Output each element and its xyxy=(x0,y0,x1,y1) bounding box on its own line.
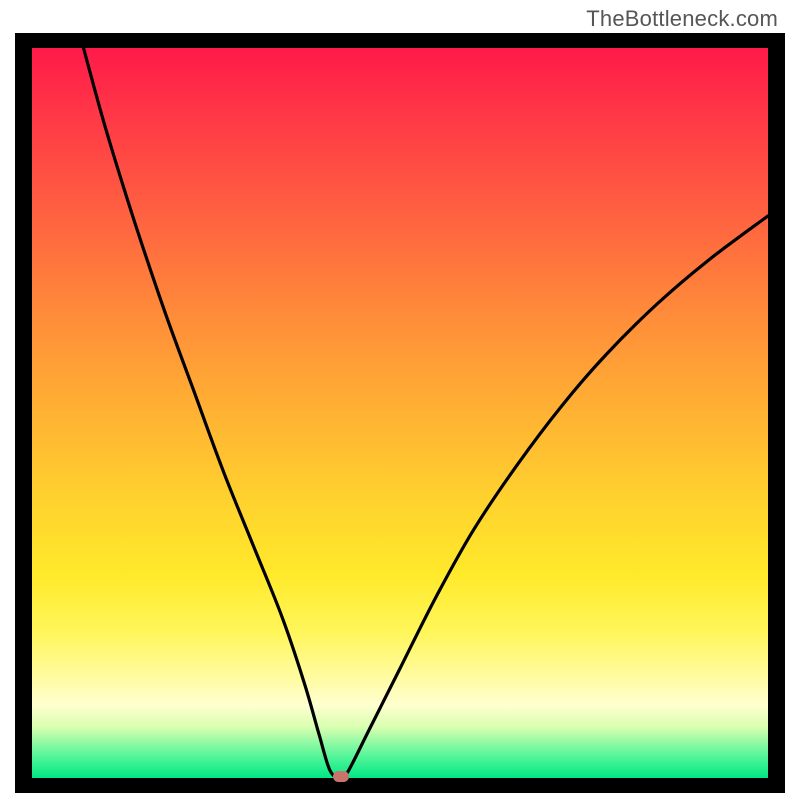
plot-frame xyxy=(15,33,785,793)
bottleneck-curve xyxy=(32,48,768,778)
plot-area xyxy=(32,48,768,778)
attribution-text: TheBottleneck.com xyxy=(586,6,778,32)
chart-container: TheBottleneck.com xyxy=(0,0,800,800)
minimum-marker xyxy=(333,771,349,782)
